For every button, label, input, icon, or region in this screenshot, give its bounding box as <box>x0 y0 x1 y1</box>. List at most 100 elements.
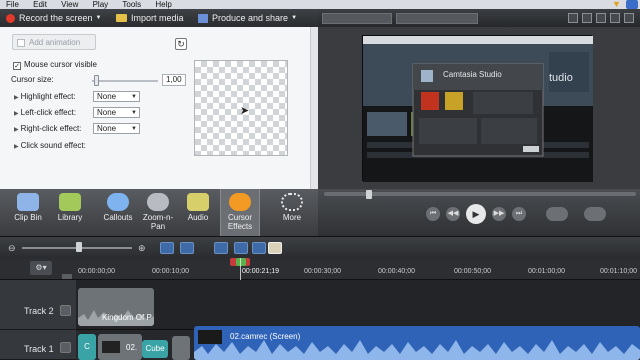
click-sound-effect-label[interactable]: ▶ Click sound effect: <box>14 141 86 150</box>
import-label: Import media <box>131 13 184 23</box>
undo-button[interactable] <box>160 242 174 254</box>
timeline-zoom-handle[interactable] <box>76 242 82 252</box>
expand-icon: ▶ <box>14 111 19 117</box>
right-click-effect-select[interactable]: None ▼ <box>93 123 140 134</box>
expand-icon: ▶ <box>14 127 19 133</box>
scrub-handle[interactable] <box>366 190 372 199</box>
right-click-effect-text: Right-click effect: <box>20 124 82 133</box>
clip-thumbnail <box>198 330 222 344</box>
window-button[interactable] <box>626 0 638 9</box>
fast-forward-button[interactable]: ▶▶ <box>492 207 506 221</box>
tab-library[interactable]: Library <box>50 189 90 236</box>
preview-option-icon[interactable] <box>568 13 578 23</box>
tab-more[interactable]: More <box>272 189 312 236</box>
expand-icon: ▶ <box>14 95 19 101</box>
preview-size-select[interactable] <box>322 13 392 24</box>
help-arrow-icon[interactable]: ▼ <box>612 0 622 9</box>
ruler-tick-label: 00:01:00;00 <box>528 268 565 275</box>
previous-clip-button[interactable] <box>546 207 568 221</box>
menu-view[interactable]: View <box>61 0 78 9</box>
track-lock-icon[interactable] <box>60 342 71 353</box>
timeline-ruler[interactable]: ⚙▾ 00:00:00;00 00:00:10;00 00:00:21;19 0… <box>0 258 640 280</box>
redo-button[interactable] <box>180 242 194 254</box>
paste-button[interactable] <box>252 242 266 254</box>
clip-kingdom-label: Kingdom Of P <box>102 313 152 322</box>
import-media-button[interactable]: Import media <box>116 9 184 27</box>
add-track-icon[interactable] <box>62 274 72 279</box>
video-canvas[interactable]: Camtasia Studio tudio <box>362 35 593 182</box>
clip-cube[interactable]: Cube <box>142 340 168 358</box>
ruler-tick-label: 00:00:50;00 <box>454 268 491 275</box>
timeline-toolbar: ⊖ ⊕ <box>0 236 640 258</box>
zoom-select[interactable] <box>396 13 478 24</box>
timeline-tracks: Track 2 Track 1 Kingdom Of P C 02. Cube … <box>0 280 640 360</box>
menu-tools[interactable]: Tools <box>122 0 141 9</box>
highlight-effect-select[interactable]: None ▼ <box>93 91 140 102</box>
produce-share-button[interactable]: Produce and share ▼ <box>198 9 297 27</box>
clip-kingdom[interactable]: Kingdom Of P <box>78 288 154 326</box>
clip-camrec[interactable]: 02.camrec (Screen) <box>194 326 640 360</box>
ruler-tick-label: 00:00:30;00 <box>304 268 341 275</box>
zoom-in-icon[interactable]: ⊕ <box>138 243 146 254</box>
cursor-size-input[interactable]: 1,00 <box>162 74 186 86</box>
cursor-size-slider[interactable] <box>92 80 158 82</box>
checkbox-icon <box>13 62 21 70</box>
mouse-visible-checkbox[interactable] <box>13 60 21 70</box>
clip-02-label: 02. <box>126 343 138 352</box>
play-button[interactable]: ▶ <box>466 204 486 224</box>
menu-edit[interactable]: Edit <box>33 0 47 9</box>
record-screen-button[interactable]: Record the screen ▼ <box>6 9 102 27</box>
tools-tabs: Clip Bin Library Callouts Zoom-n- Pan Au… <box>0 189 318 236</box>
clip-c[interactable]: C <box>78 334 96 360</box>
cut-button[interactable] <box>214 242 228 254</box>
chevron-down-icon: ▼ <box>291 15 298 21</box>
record-label: Record the screen <box>19 13 93 23</box>
preview-option-icon[interactable] <box>596 13 606 23</box>
preview-option-icon[interactable] <box>624 13 634 23</box>
left-click-effect-label: ▶ Left-click effect: <box>14 108 76 117</box>
playhead-out-marker[interactable] <box>236 258 246 266</box>
zoom-out-icon[interactable]: ⊖ <box>8 243 16 254</box>
right-click-effect-label: ▶ Right-click effect: <box>14 124 81 133</box>
produce-label: Produce and share <box>212 13 289 23</box>
ruler-tick-label: 00:00:00;00 <box>78 268 115 275</box>
preview-option-icon[interactable] <box>582 13 592 23</box>
preview-option-icon[interactable] <box>610 13 620 23</box>
tab-cursor-effects[interactable]: Cursor Effects <box>220 189 260 236</box>
next-clip-button[interactable] <box>584 207 606 221</box>
menu-file[interactable]: File <box>6 0 19 9</box>
cursor-icon: ➤ <box>240 105 250 117</box>
skip-forward-button[interactable]: ⏭ <box>512 207 526 221</box>
cursor-effects-icon <box>229 193 251 211</box>
refresh-icon[interactable]: ↻ <box>175 38 187 50</box>
folder-icon <box>116 14 127 22</box>
tab-zoom-n-pan[interactable]: Zoom-n- Pan <box>138 189 178 236</box>
cursor-size-label: Cursor size: <box>11 75 54 84</box>
track-2-lane[interactable] <box>76 280 640 330</box>
track-1-header[interactable]: Track 1 <box>0 330 76 360</box>
left-click-value: None <box>97 108 117 117</box>
preview-toolbar <box>318 9 640 27</box>
split-button[interactable] <box>268 242 282 254</box>
add-animation-button[interactable]: Add animation <box>12 34 96 50</box>
tab-audio[interactable]: Audio <box>178 189 218 236</box>
track-options-gear-icon[interactable]: ⚙▾ <box>30 261 52 275</box>
track-lock-icon[interactable] <box>60 305 71 316</box>
click-sound-effect-text: Click sound effect: <box>20 141 86 150</box>
tab-clip-bin[interactable]: Clip Bin <box>8 189 48 236</box>
cursor-size-slider-handle[interactable] <box>94 75 99 86</box>
copy-button[interactable] <box>234 242 248 254</box>
highlight-value: None <box>97 92 117 101</box>
skip-back-button[interactable]: ⏮ <box>426 207 440 221</box>
clip-02[interactable]: 02. <box>98 334 142 360</box>
rewind-button[interactable]: ◀◀ <box>446 207 460 221</box>
properties-scrollbar[interactable] <box>310 27 318 189</box>
produce-icon <box>198 13 208 23</box>
clip-small[interactable] <box>172 336 190 360</box>
menu-help[interactable]: Help <box>155 0 171 9</box>
left-click-effect-select[interactable]: None ▼ <box>93 107 140 118</box>
chevron-down-icon: ▼ <box>131 126 137 132</box>
tab-callouts[interactable]: Callouts <box>98 189 138 236</box>
track-2-header[interactable]: Track 2 <box>0 280 76 330</box>
menu-play[interactable]: Play <box>93 0 109 9</box>
